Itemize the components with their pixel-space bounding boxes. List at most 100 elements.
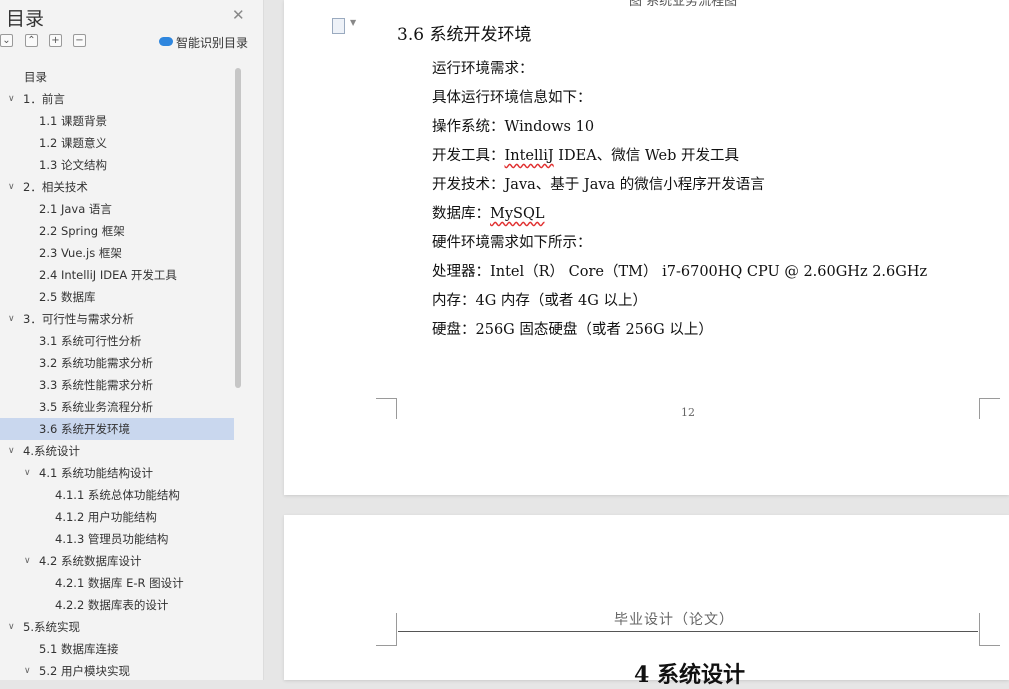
paragraph-text: 内存：4G 内存（或者 4G 以上） <box>432 293 647 309</box>
toc-item-label: 3．可行性与需求分析 <box>23 312 134 326</box>
toc-list: 目录 ∨ 1．前言 1.1 课题背景 1.2 课题意义 1.3 论文结构 ∨ 2．相关技术 2.… <box>0 66 240 682</box>
toc-item[interactable]: 2.4 IntelliJ IDEA 开发工具 <box>0 264 240 286</box>
paragraph-text: 硬件环境需求如下所示： <box>432 235 592 251</box>
paragraph-text: 具体运行环境信息如下： <box>432 90 592 106</box>
toc-item[interactable]: 3.2 系统功能需求分析 <box>0 352 240 374</box>
toc-item-label: 2．相关技术 <box>23 180 88 194</box>
spellcheck-word[interactable]: MySQL <box>490 206 545 222</box>
toc-item[interactable]: 2.3 Vue.js 框架 <box>0 242 240 264</box>
document-icon[interactable] <box>332 18 345 34</box>
toc-item-label: 3.1 系统可行性分析 <box>39 334 142 348</box>
expand-icon[interactable]: ⌃ <box>25 34 38 47</box>
crop-mark <box>979 613 1000 646</box>
chevron-down-icon[interactable]: ∨ <box>24 660 31 682</box>
body-paragraph: 运行环境需求： <box>432 57 534 78</box>
toc-item-label: 4.2 系统数据库设计 <box>39 554 142 568</box>
toc-item[interactable]: ∨ 5.系统实现 <box>0 616 240 638</box>
chevron-down-icon[interactable]: ∨ <box>8 440 15 462</box>
toc-item[interactable]: 4.1.1 系统总体功能结构 <box>0 484 240 506</box>
toc-item-label: 1.1 课题背景 <box>39 114 107 128</box>
toc-item[interactable]: 4.1.2 用户功能结构 <box>0 506 240 528</box>
toc-item-label: 2.4 IntelliJ IDEA 开发工具 <box>39 268 177 282</box>
body-paragraph: 硬盘：256G 固态硬盘（或者 256G 以上） <box>432 318 713 339</box>
chevron-down-icon[interactable]: ∨ <box>24 462 31 484</box>
body-paragraph: 开发工具：IntelliJ IDEA、微信 Web 开发工具 <box>432 144 739 165</box>
toc-item-label: 2.1 Java 语言 <box>39 202 112 216</box>
header-divider <box>398 631 978 632</box>
chevron-down-icon[interactable]: ∨ <box>8 176 15 198</box>
toc-item[interactable]: 5.1 数据库连接 <box>0 638 240 660</box>
toc-item-label: 3.3 系统性能需求分析 <box>39 378 153 392</box>
remove-icon[interactable]: − <box>73 34 86 47</box>
collapse-all-icon[interactable]: ⌄ <box>0 34 13 47</box>
chevron-down-icon[interactable]: ∨ <box>8 308 15 330</box>
scrollbar[interactable] <box>235 68 241 388</box>
toc-item[interactable]: 4.2.1 数据库 E-R 图设计 <box>0 572 240 594</box>
toc-item-label: 4.系统设计 <box>23 444 80 458</box>
figure-caption: 图 系统业务流程图 <box>629 0 738 9</box>
toc-item[interactable]: ∨ 4.2 系统数据库设计 <box>0 550 240 572</box>
toc-item-label: 4.1 系统功能结构设计 <box>39 466 153 480</box>
page-header: 毕业设计（论文） <box>614 612 734 628</box>
paragraph-text: IDEA、微信 Web 开发工具 <box>553 148 740 164</box>
body-paragraph: 开发技术：Java、基于 Java 的微信小程序开发语言 <box>432 173 765 194</box>
toc-item-label: 5.系统实现 <box>23 620 80 634</box>
toc-item[interactable]: 2.2 Spring 框架 <box>0 220 240 242</box>
toc-item-label: 1.2 课题意义 <box>39 136 107 150</box>
body-paragraph: 具体运行环境信息如下： <box>432 86 592 107</box>
toc-item[interactable]: 4.2.2 数据库表的设计 <box>0 594 240 616</box>
paragraph-text: 开发工具： <box>432 148 505 164</box>
toc-item-label: 目录 <box>24 70 47 84</box>
toc-item[interactable]: ∨ 3．可行性与需求分析 <box>0 308 240 330</box>
crop-mark <box>979 398 1000 419</box>
paragraph-text: 处理器：Intel（R） Core（TM） i7-6700HQ CPU @ 2.… <box>432 264 928 280</box>
chevron-down-icon[interactable]: ∨ <box>8 88 15 110</box>
toc-item[interactable]: ∨ 4.系统设计 <box>0 440 240 462</box>
chapter-heading: 4 系统设计 <box>634 662 745 688</box>
toc-item[interactable]: 3.3 系统性能需求分析 <box>0 374 240 396</box>
cloud-icon <box>159 37 173 46</box>
page: 毕业设计（论文） 4 系统设计 <box>284 515 1009 688</box>
toc-title: 目录 <box>6 8 45 30</box>
toc-item[interactable]: 3.5 系统业务流程分析 <box>0 396 240 418</box>
toc-item[interactable]: 2.5 数据库 <box>0 286 240 308</box>
chevron-down-icon[interactable]: ∨ <box>8 616 15 638</box>
paragraph-text: 开发技术：Java、基于 Java 的微信小程序开发语言 <box>432 177 765 193</box>
page-number: 12 <box>681 406 695 419</box>
toc-item-label: 2.3 Vue.js 框架 <box>39 246 122 260</box>
body-paragraph: 处理器：Intel（R） Core（TM） i7-6700HQ CPU @ 2.… <box>432 260 927 281</box>
toc-item-label: 1．前言 <box>23 92 65 106</box>
smart-recognize-toc-button[interactable]: 智能识别目录 <box>159 34 248 51</box>
toc-item[interactable]: ∨ 2．相关技术 <box>0 176 240 198</box>
toc-item-label: 3.5 系统业务流程分析 <box>39 400 153 414</box>
toc-item[interactable]: 目录 <box>0 66 240 88</box>
chevron-down-icon[interactable]: ∨ <box>24 550 31 572</box>
toc-item[interactable]: 4.1.3 管理员功能结构 <box>0 528 240 550</box>
toc-panel: 目录 ✕ ⌄ ⌃ + − 智能识别目录 目录 ∨ 1．前言 1.1 课题背景 1.2 课… <box>0 0 264 680</box>
toc-item-label: 5.2 用户模块实现 <box>39 664 130 678</box>
body-paragraph: 内存：4G 内存（或者 4G 以上） <box>432 289 647 310</box>
toc-item[interactable]: 1.3 论文结构 <box>0 154 240 176</box>
body-paragraph: 数据库：MySQL <box>432 202 545 223</box>
paragraph-text: 数据库： <box>432 206 490 222</box>
toc-item[interactable]: ∨ 5.2 用户模块实现 <box>0 660 240 682</box>
toc-item-label: 4.1.2 用户功能结构 <box>55 510 157 524</box>
toc-item-label: 4.1.1 系统总体功能结构 <box>55 488 180 502</box>
page: 图 系统业务流程图 ▼ 3.6 系统开发环境 运行环境需求： 具体运行环境信息如下… <box>284 0 1009 495</box>
chevron-down-icon[interactable]: ▼ <box>350 18 356 27</box>
toc-item-label: 4.1.3 管理员功能结构 <box>55 532 169 546</box>
paragraph-text: 硬盘：256G 固态硬盘（或者 256G 以上） <box>432 322 713 338</box>
toc-item[interactable]: ∨ 1．前言 <box>0 88 240 110</box>
spellcheck-word[interactable]: IntelliJ <box>505 148 554 164</box>
crop-mark <box>376 613 397 646</box>
toc-item[interactable]: 3.1 系统可行性分析 <box>0 330 240 352</box>
toc-item-label: 5.1 数据库连接 <box>39 642 119 656</box>
toc-item[interactable]: 3.6 系统开发环境 <box>0 418 234 440</box>
paragraph-text: 操作系统：Windows 10 <box>432 119 595 135</box>
toc-item[interactable]: ∨ 4.1 系统功能结构设计 <box>0 462 240 484</box>
toc-item[interactable]: 1.1 课题背景 <box>0 110 240 132</box>
close-icon[interactable]: ✕ <box>232 6 245 24</box>
toc-item[interactable]: 1.2 课题意义 <box>0 132 240 154</box>
toc-item[interactable]: 2.1 Java 语言 <box>0 198 240 220</box>
add-icon[interactable]: + <box>49 34 62 47</box>
